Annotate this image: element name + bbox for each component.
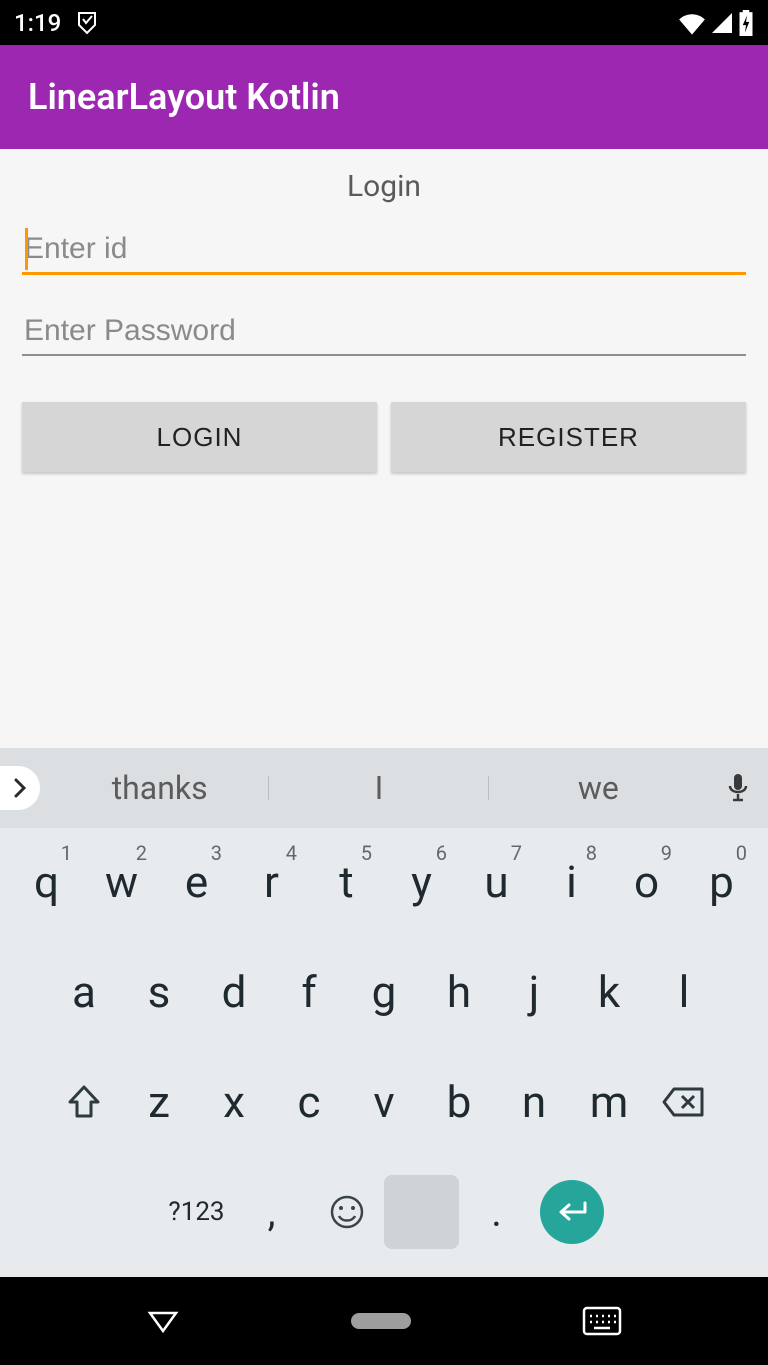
keyboard-switch-button[interactable] [582,1306,622,1336]
key-n[interactable]: n [497,1058,572,1146]
symbols-key[interactable]: ?123 [159,1168,234,1256]
key-h[interactable]: h [422,948,497,1036]
key-d[interactable]: d [197,948,272,1036]
backspace-key[interactable] [647,1058,722,1146]
register-button[interactable]: REGISTER [391,402,746,472]
wifi-icon [678,11,706,35]
shift-key[interactable] [47,1058,122,1146]
expand-suggestions-button[interactable] [0,766,40,810]
key-row-2: asdfghjkl [6,948,762,1036]
app-notification-icon [75,11,99,35]
key-j[interactable]: j [497,948,572,1036]
key-b[interactable]: b [422,1058,497,1146]
key-r[interactable]: r4 [234,838,309,926]
key-q[interactable]: q1 [9,838,84,926]
suggestion-bar: thanks I we [0,748,768,828]
home-button[interactable] [351,1313,411,1329]
key-row-1: q1w2e3r4t5y6u7i8o9p0 [6,838,762,926]
login-form: Login LOGIN REGISTER [0,149,768,748]
status-bar: 1:19 [0,0,768,45]
key-num: 1 [61,841,72,865]
key-num: 6 [436,841,447,865]
id-input[interactable] [22,226,746,275]
key-num: 0 [736,841,747,865]
cell-signal-icon [710,11,734,35]
navigation-bar [0,1277,768,1365]
app-title: LinearLayout Kotlin [28,76,340,118]
back-button[interactable] [146,1307,180,1335]
key-a[interactable]: a [47,948,122,1036]
key-num: 8 [586,841,597,865]
key-c[interactable]: c [272,1058,347,1146]
key-p[interactable]: p0 [684,838,759,926]
key-k[interactable]: k [572,948,647,1036]
status-left: 1:19 [14,9,99,37]
key-num: 7 [511,841,522,865]
key-m[interactable]: m [572,1058,647,1146]
space-key[interactable] [384,1175,459,1249]
suggestion-2[interactable]: I [269,769,488,807]
login-heading: Login [22,169,746,204]
key-o[interactable]: o9 [609,838,684,926]
key-num: 2 [136,841,147,865]
key-num: 5 [361,841,372,865]
key-num: 9 [661,841,672,865]
soft-keyboard: thanks I we q1w2e3r4t5y6u7i8o9p0 asdfghj… [0,748,768,1292]
emoji-key[interactable] [309,1168,384,1256]
suggestions: thanks I we [50,748,708,828]
key-rows: q1w2e3r4t5y6u7i8o9p0 asdfghjkl zxcvbnm ?… [0,828,768,1292]
password-field-wrapper [22,308,746,362]
status-right [678,10,754,36]
mic-button[interactable] [708,772,768,804]
key-u[interactable]: u7 [459,838,534,926]
button-row: LOGIN REGISTER [22,402,746,472]
key-row-4: ?123 , . [6,1168,762,1256]
comma-key[interactable]: , [234,1168,309,1256]
suggestion-3[interactable]: we [489,769,708,807]
key-x[interactable]: x [197,1058,272,1146]
key-w[interactable]: w2 [84,838,159,926]
key-g[interactable]: g [347,948,422,1036]
id-field-wrapper [22,226,746,280]
password-input[interactable] [22,308,746,356]
key-f[interactable]: f [272,948,347,1036]
status-time: 1:19 [14,9,61,37]
key-e[interactable]: e3 [159,838,234,926]
key-num: 3 [211,841,222,865]
key-i[interactable]: i8 [534,838,609,926]
enter-key[interactable] [534,1168,609,1256]
suggestion-1[interactable]: thanks [50,769,269,807]
text-cursor [25,228,28,270]
period-key[interactable]: . [459,1168,534,1256]
key-s[interactable]: s [122,948,197,1036]
key-v[interactable]: v [347,1058,422,1146]
key-z[interactable]: z [122,1058,197,1146]
app-bar: LinearLayout Kotlin [0,45,768,149]
key-l[interactable]: l [647,948,722,1036]
key-num: 4 [286,841,297,865]
key-row-3: zxcvbnm [6,1058,762,1146]
key-t[interactable]: t5 [309,838,384,926]
key-y[interactable]: y6 [384,838,459,926]
battery-charging-icon [738,10,754,36]
login-button[interactable]: LOGIN [22,402,377,472]
